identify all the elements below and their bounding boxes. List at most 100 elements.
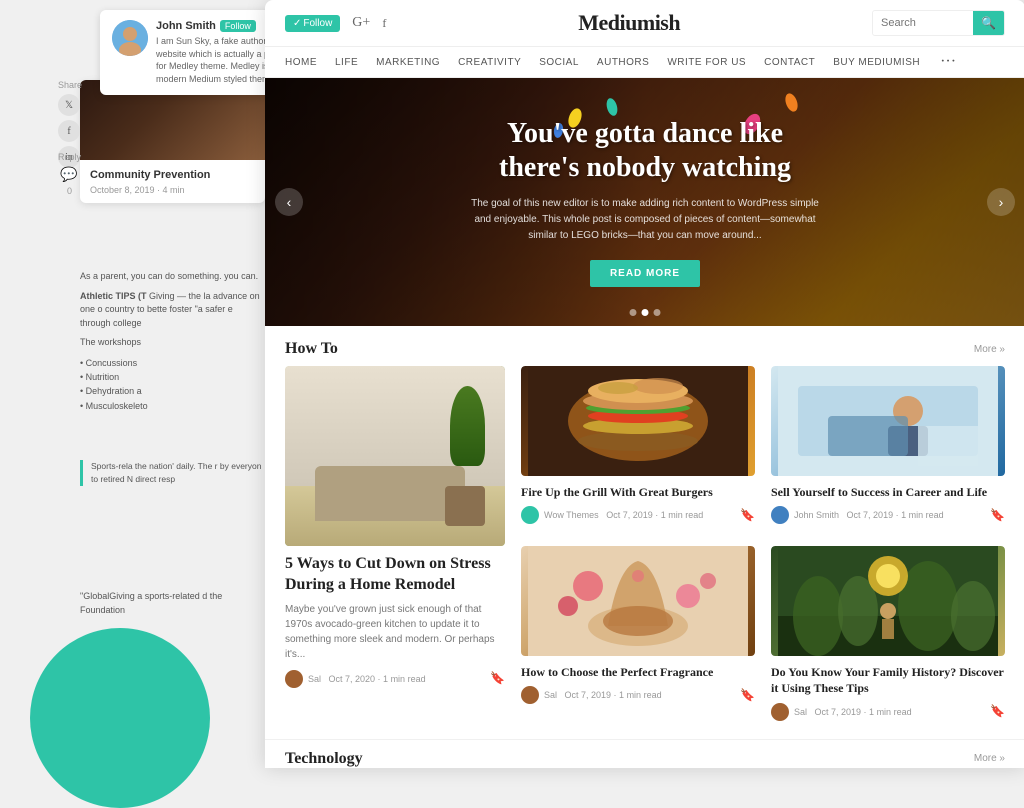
article-career-content: Sell Yourself to Success in Career and L… — [771, 476, 1005, 530]
menu-write-for-us[interactable]: WRITE FOR US — [667, 57, 746, 68]
article-history-content: Do You Know Your Family History? Discove… — [771, 656, 1005, 726]
bookmark-icon-history[interactable]: 🔖 — [990, 704, 1005, 719]
hero-subtitle: The goal of this new editor is to make a… — [465, 196, 825, 244]
author-avatar-sal2 — [521, 686, 539, 704]
article-history-meta: Sal Oct 7, 2019 · 1 min read 🔖 — [771, 703, 1005, 721]
author-avatar-wow — [521, 506, 539, 524]
article-large-title: 5 Ways to Cut Down on Stress During a Ho… — [285, 554, 505, 596]
hero-dot-2[interactable] — [642, 309, 649, 316]
article-history-card[interactable]: Do You Know Your Family History? Discove… — [771, 546, 1005, 726]
search-input[interactable] — [873, 12, 973, 34]
article-history-meta-text: Sal Oct 7, 2019 · 1 min read — [794, 707, 985, 717]
menu-contact[interactable]: CONTACT — [764, 57, 815, 68]
list-item: Dehydration a — [80, 384, 265, 398]
menu-marketing[interactable]: MARKETING — [376, 57, 440, 68]
reply-count: 0 — [58, 186, 81, 196]
author-avatar-sal — [285, 670, 303, 688]
article-para2: Athletic TIPS (T Giving — the la advance… — [80, 290, 265, 331]
article-history-image — [771, 546, 1005, 656]
list-item: Concussions — [80, 356, 265, 370]
article-fragrance-meta: Sal Oct 7, 2019 · 1 min read 🔖 — [521, 686, 755, 704]
technology-section-header: Technology More » — [265, 739, 1024, 768]
hero-title: You've gotta dance like there's nobody w… — [465, 117, 825, 184]
twitter-icon[interactable]: 𝕏 — [58, 94, 80, 116]
menu-authors[interactable]: AUTHORS — [597, 57, 649, 68]
article-burger-content: Fire Up the Grill With Great Burgers Wow… — [521, 476, 755, 530]
nav-follow-button[interactable]: ✓ Follow — [285, 15, 340, 32]
avatar — [112, 20, 148, 56]
room-table — [445, 486, 485, 526]
bookmark-icon-career[interactable]: 🔖 — [990, 508, 1005, 523]
menu-more-dots[interactable]: ··· — [940, 53, 956, 71]
bookmark-icon[interactable]: 🔖 — [490, 671, 505, 686]
hero-dot-3[interactable] — [654, 309, 661, 316]
article-fragrance-card[interactable]: How to Choose the Perfect Fragrance Sal … — [521, 546, 755, 726]
how-to-more[interactable]: More » — [974, 344, 1005, 355]
article-burger-meta-text: Wow Themes Oct 7, 2019 · 1 min read — [544, 510, 735, 520]
article-large-image — [285, 366, 505, 546]
hero-next-button[interactable]: › — [987, 188, 1015, 216]
article-career-card[interactable]: Sell Yourself to Success in Career and L… — [771, 366, 1005, 530]
author-name: John Smith — [156, 20, 216, 32]
search-button[interactable]: 🔍 — [973, 11, 1004, 35]
hero-dots — [630, 309, 661, 316]
article-large-card[interactable]: 5 Ways to Cut Down on Stress During a Ho… — [285, 366, 505, 727]
how-to-section-header: How To More » — [265, 326, 1024, 366]
blockquote-text: Sports-rela the nation' daily. The r by … — [91, 460, 265, 486]
menu-life[interactable]: LIFE — [335, 57, 358, 68]
hero-content: You've gotta dance like there's nobody w… — [445, 97, 845, 307]
author-avatar-sal3 — [771, 703, 789, 721]
technology-more[interactable]: More » — [974, 753, 1005, 764]
follow-button[interactable]: Follow — [220, 20, 256, 32]
bookmark-icon-burger[interactable]: 🔖 — [740, 508, 755, 523]
room-plant — [450, 386, 485, 466]
technology-title: Technology — [285, 750, 363, 768]
menu-home[interactable]: HOME — [285, 57, 317, 68]
main-content: ✓ Follow G+ f Mediumish 🔍 HOME LIFE MARK… — [265, 0, 1024, 768]
article-career-title: Sell Yourself to Success in Career and L… — [771, 484, 1005, 500]
search-box: 🔍 — [872, 10, 1005, 36]
article-para1: As a parent, you can do something. you c… — [80, 270, 265, 284]
nav-facebook-icon[interactable]: f — [382, 16, 386, 31]
article-fragrance-image — [521, 546, 755, 656]
nav-bar: ✓ Follow G+ f Mediumish 🔍 — [265, 0, 1024, 47]
site-brand: Mediumish — [398, 10, 860, 36]
hero-dot-1[interactable] — [630, 309, 637, 316]
menu-creativity[interactable]: CREATIVITY — [458, 57, 521, 68]
facebook-icon[interactable]: f — [58, 120, 80, 142]
menu-buy[interactable]: BUY MEDIUMISH — [833, 57, 920, 68]
article-large-meta-text: Sal Oct 7, 2020 · 1 min read — [308, 674, 485, 684]
article-large-content: 5 Ways to Cut Down on Stress During a Ho… — [285, 546, 505, 694]
list-item: Musculoskeleto — [80, 399, 265, 413]
article-large-desc: Maybe you've grown just sick enough of t… — [285, 602, 505, 662]
room-sofa — [315, 466, 465, 521]
article-burger-meta: Wow Themes Oct 7, 2019 · 1 min read 🔖 — [521, 506, 755, 524]
article-preview-date: October 8, 2019 · 4 min — [90, 185, 255, 195]
reply-label: Reply — [58, 152, 81, 162]
reply-icon[interactable]: 💬 — [58, 164, 80, 186]
how-to-title: How To — [285, 340, 338, 358]
global-giving-text: "GlobalGiving a sports-related d the Fou… — [80, 590, 265, 617]
articles-grid: 5 Ways to Cut Down on Stress During a Ho… — [265, 366, 1024, 739]
reply-section: Reply 💬 0 — [58, 152, 81, 196]
article-fragrance-content: How to Choose the Perfect Fragrance Sal … — [521, 656, 755, 710]
author-avatar-john — [771, 506, 789, 524]
hero-read-more-button[interactable]: READ MORE — [590, 260, 700, 287]
article-career-meta-text: John Smith Oct 7, 2019 · 1 min read — [794, 510, 985, 520]
article-preview-card: Community Prevention October 8, 2019 · 4… — [80, 80, 265, 203]
article-para3: The workshops — [80, 336, 265, 350]
article-preview-title: Community Prevention — [90, 168, 255, 182]
article-large-meta: Sal Oct 7, 2020 · 1 min read 🔖 — [285, 670, 505, 688]
bookmark-icon-fragrance[interactable]: 🔖 — [740, 688, 755, 703]
share-label: Share — [58, 80, 82, 90]
bullet-list: Concussions Nutrition Dehydration a Musc… — [80, 356, 265, 414]
hero-banner: ‹ You've gotta dance like there's nobody… — [265, 78, 1024, 326]
menu-bar: HOME LIFE MARKETING CREATIVITY SOCIAL AU… — [265, 47, 1024, 78]
hero-prev-button[interactable]: ‹ — [275, 188, 303, 216]
google-plus-icon[interactable]: G+ — [352, 15, 370, 31]
article-burger-card[interactable]: Fire Up the Grill With Great Burgers Wow… — [521, 366, 755, 530]
article-burger-title: Fire Up the Grill With Great Burgers — [521, 484, 755, 500]
article-career-meta: John Smith Oct 7, 2019 · 1 min read 🔖 — [771, 506, 1005, 524]
list-item: Nutrition — [80, 370, 265, 384]
menu-social[interactable]: SOCIAL — [539, 57, 579, 68]
